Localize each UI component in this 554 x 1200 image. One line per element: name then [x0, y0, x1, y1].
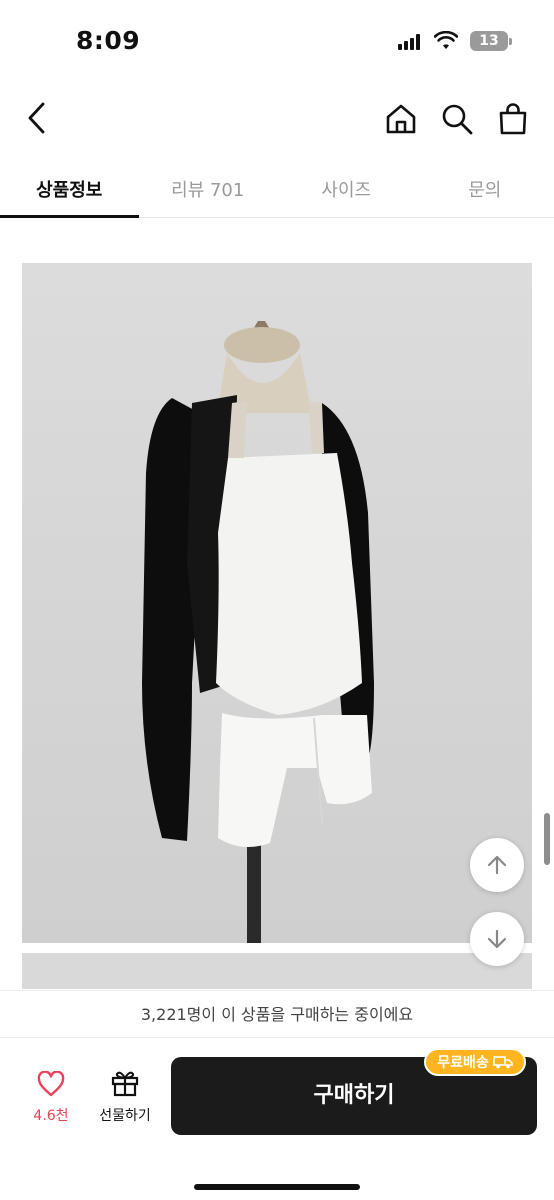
chevron-left-icon: [28, 102, 45, 134]
cellular-signal-icon: [398, 34, 424, 50]
search-button[interactable]: [436, 98, 478, 140]
cart-button[interactable]: [492, 98, 534, 140]
battery-indicator: 13: [470, 31, 512, 51]
back-button[interactable]: [18, 94, 54, 142]
shopping-bag-icon: [499, 103, 527, 135]
like-count: 4.6천: [33, 1108, 69, 1124]
tab-inquiry[interactable]: 문의: [416, 158, 554, 217]
arrow-up-icon: [487, 855, 507, 875]
purchase-activity-notice: 3,221명이 이 상품을 구매하는 중이에요: [0, 990, 554, 1038]
status-bar: 8:09 13: [0, 0, 554, 80]
scroll-to-bottom-button[interactable]: [470, 912, 524, 966]
gift-button[interactable]: 선물하기: [90, 1069, 160, 1131]
free-shipping-label: 무료배송: [437, 1055, 489, 1071]
arrow-down-icon: [487, 929, 507, 949]
bottom-action-bar: 4.6천 선물하기 구매하기 무료배송: [0, 1039, 554, 1200]
gift-label: 선물하기: [99, 1108, 151, 1124]
clipped-heading: [258, 219, 298, 223]
home-button[interactable]: [380, 98, 422, 140]
heart-icon: [37, 1070, 65, 1097]
search-icon: [442, 104, 473, 135]
wifi-icon: [433, 30, 459, 51]
truck-icon: [492, 1056, 513, 1069]
tab-reviews[interactable]: 리뷰 701: [139, 158, 278, 217]
free-shipping-badge: 무료배송: [424, 1048, 526, 1076]
tab-size[interactable]: 사이즈: [277, 158, 416, 217]
tab-product-info[interactable]: 상품정보: [0, 158, 139, 218]
gift-icon: [111, 1071, 139, 1097]
product-photo: [22, 263, 532, 943]
home-icon: [386, 104, 416, 134]
app-header: [0, 90, 554, 146]
product-photo-next: [22, 953, 532, 989]
scroll-to-top-button[interactable]: [470, 838, 524, 892]
home-indicator: [194, 1184, 360, 1190]
product-tabs: 상품정보 리뷰 701 사이즈 문의: [0, 158, 554, 218]
like-button[interactable]: 4.6천: [22, 1070, 80, 1131]
scrollbar[interactable]: [544, 813, 550, 865]
status-time: 8:09: [76, 26, 141, 55]
